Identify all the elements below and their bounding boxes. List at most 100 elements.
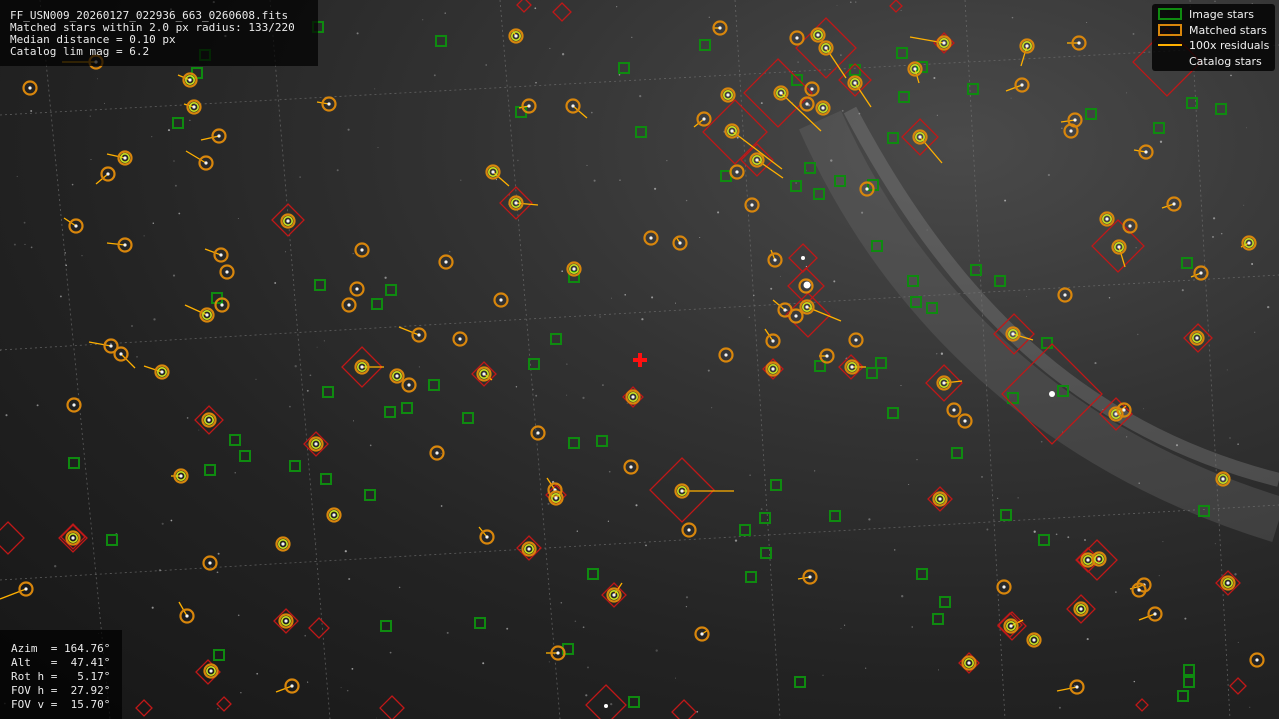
background-star bbox=[711, 407, 713, 409]
star-core bbox=[808, 575, 812, 579]
background-star bbox=[1158, 575, 1160, 577]
image-star-marker bbox=[1183, 664, 1195, 676]
background-star bbox=[217, 707, 219, 710]
background-star bbox=[792, 71, 793, 72]
image-star-marker bbox=[474, 617, 486, 629]
star-core bbox=[123, 156, 127, 160]
background-star bbox=[284, 251, 287, 253]
background-star bbox=[626, 402, 628, 404]
star-core bbox=[209, 669, 213, 673]
background-star bbox=[1251, 263, 1254, 265]
background-star bbox=[840, 54, 842, 56]
legend-image-stars: Image stars bbox=[1158, 7, 1254, 21]
image-star-marker bbox=[813, 188, 825, 200]
star-core bbox=[913, 67, 917, 71]
image-star-marker bbox=[364, 489, 376, 501]
star-core bbox=[1172, 202, 1176, 206]
background-star bbox=[198, 429, 200, 431]
star-core bbox=[735, 170, 739, 174]
residual-line bbox=[780, 92, 822, 132]
background-star bbox=[587, 666, 589, 669]
star-core bbox=[499, 298, 503, 302]
background-star bbox=[1184, 617, 1187, 620]
background-star bbox=[1133, 680, 1136, 683]
background-star bbox=[352, 420, 355, 422]
background-star bbox=[16, 175, 18, 177]
grid-line bbox=[0, 504, 1279, 581]
background-star bbox=[641, 318, 644, 321]
background-star bbox=[515, 386, 518, 388]
background-star bbox=[532, 388, 534, 391]
star-core bbox=[1153, 612, 1157, 616]
background-star bbox=[71, 183, 74, 186]
background-star bbox=[237, 614, 240, 617]
background-star bbox=[593, 179, 596, 182]
catalog-star-marker bbox=[0, 521, 25, 555]
star-core bbox=[702, 117, 706, 121]
star-core bbox=[1247, 241, 1251, 245]
residual-line bbox=[943, 380, 963, 384]
background-star bbox=[103, 102, 106, 104]
legend-matched-stars: Matched stars bbox=[1158, 23, 1267, 37]
background-star bbox=[13, 243, 16, 246]
star-core bbox=[119, 352, 123, 356]
background-star bbox=[346, 689, 349, 692]
star-core bbox=[1079, 607, 1083, 611]
star-core bbox=[536, 431, 540, 435]
image-star-marker bbox=[289, 460, 301, 472]
star-core bbox=[219, 253, 223, 257]
star-core bbox=[1144, 150, 1148, 154]
star-core bbox=[360, 248, 364, 252]
star-core bbox=[771, 339, 775, 343]
star-core bbox=[1255, 658, 1259, 662]
catalog-star-swatch-icon bbox=[1158, 55, 1182, 67]
background-star bbox=[64, 252, 66, 254]
image-star-marker bbox=[587, 568, 599, 580]
star-core bbox=[207, 418, 211, 422]
star-core bbox=[74, 224, 78, 228]
background-star bbox=[585, 694, 588, 697]
background-star bbox=[591, 111, 593, 114]
star-core bbox=[726, 93, 730, 97]
star-core bbox=[1020, 83, 1024, 87]
image-star-marker bbox=[896, 47, 908, 59]
catalog-star-marker bbox=[516, 0, 532, 13]
background-star bbox=[685, 606, 688, 608]
background-star bbox=[1026, 295, 1028, 297]
star-core bbox=[850, 365, 854, 369]
background-star bbox=[5, 414, 8, 417]
catalog-star-marker bbox=[552, 2, 572, 22]
star-core bbox=[347, 303, 351, 307]
background-star bbox=[608, 470, 611, 473]
background-star bbox=[635, 504, 638, 507]
background-star bbox=[344, 550, 347, 553]
star-core bbox=[1226, 581, 1230, 585]
image-star-marker bbox=[568, 437, 580, 449]
residual-line bbox=[731, 130, 783, 170]
star-core bbox=[805, 102, 809, 106]
image-star-marker bbox=[759, 512, 771, 524]
background-star bbox=[651, 296, 654, 299]
background-star bbox=[1010, 97, 1012, 99]
star-core bbox=[220, 303, 224, 307]
background-star bbox=[398, 586, 401, 589]
background-star bbox=[315, 542, 317, 543]
background-star bbox=[908, 484, 910, 485]
background-star bbox=[900, 10, 902, 11]
background-star bbox=[685, 199, 688, 202]
background-star bbox=[900, 385, 902, 386]
background-star bbox=[356, 32, 359, 35]
image-star-marker bbox=[745, 571, 757, 583]
background-star bbox=[422, 19, 424, 21]
residual-line bbox=[919, 136, 943, 164]
star-field-view[interactable]: FF_USN009_20260127_022936_663_0260608.fi… bbox=[0, 0, 1279, 719]
background-star bbox=[616, 6, 618, 8]
background-star bbox=[561, 53, 565, 56]
star-core bbox=[967, 661, 971, 665]
image-star-marker bbox=[635, 126, 647, 138]
background-star bbox=[601, 384, 604, 387]
background-star bbox=[217, 552, 220, 555]
residual-line bbox=[1056, 686, 1078, 692]
star-core bbox=[1025, 44, 1029, 48]
background-star bbox=[172, 274, 176, 277]
